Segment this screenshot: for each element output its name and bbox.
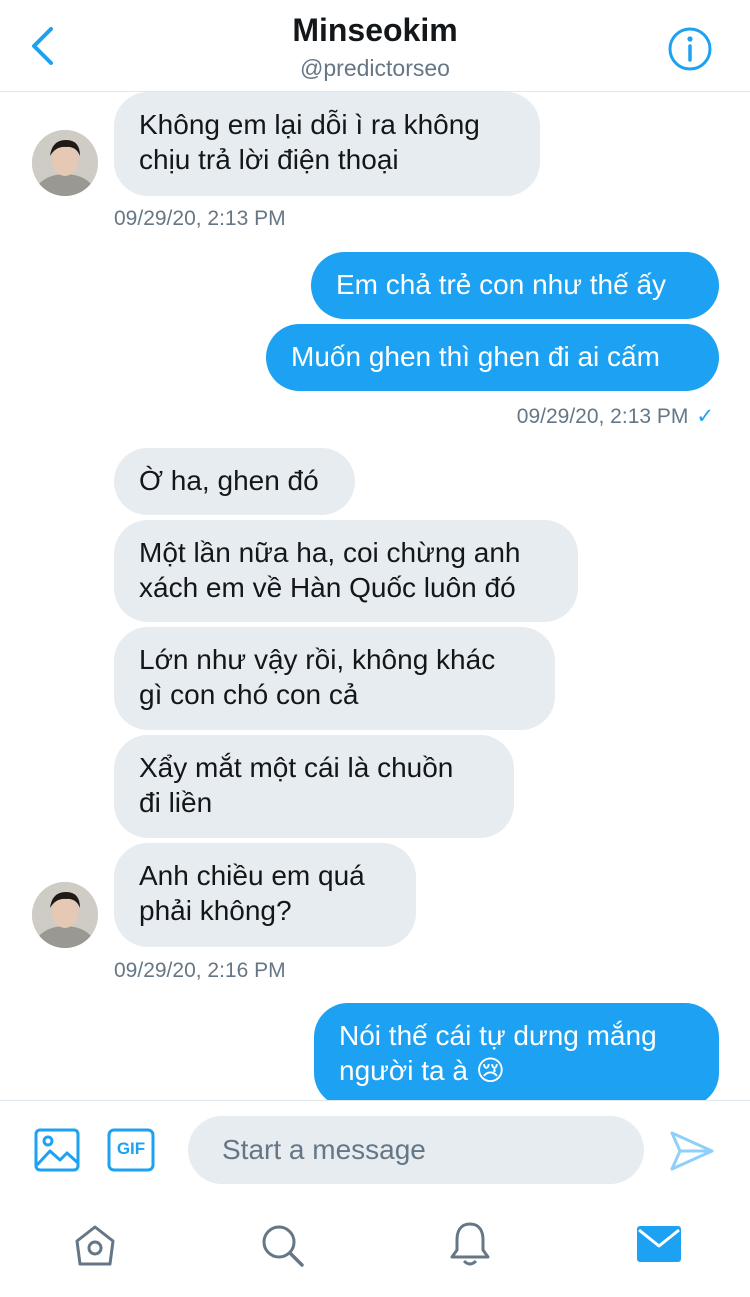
add-gif-button[interactable]: GIF [107,1127,155,1173]
message-composer: GIF [0,1100,750,1198]
mail-icon [637,1226,681,1262]
send-button[interactable] [668,1127,716,1175]
conversation-handle[interactable]: @predictorseo [0,55,750,82]
message-bubble[interactable]: Một lần nữa ha, coi chừng anh xách em về… [114,520,578,622]
message-text: Em chả trẻ con như thế ấy [336,269,667,300]
message-text: Không em lại dỗi ì ra không chịu trả lời… [139,109,480,175]
message-bubble[interactable]: Anh chiều em quá phải không? [114,843,416,947]
message-timestamp: 09/29/20, 2:16 PM [114,959,286,982]
message-bubble[interactable]: Nói thế cái tự dưng mắng người ta à 😢 [314,1003,719,1100]
message-input[interactable] [188,1116,644,1184]
tab-search[interactable] [259,1222,305,1268]
tab-notifications[interactable] [447,1220,493,1268]
avatar[interactable] [32,130,98,196]
bottom-tab-bar [0,1198,750,1297]
add-image-button[interactable] [34,1127,80,1173]
message-bubble[interactable]: Em chả trẻ con như thế ấy [311,252,719,319]
sent-check-icon: ✓ [696,405,714,428]
image-icon [34,1128,80,1172]
message-text: Một lần nữa ha, coi chừng anh xách em về… [139,537,521,603]
message-bubble[interactable]: Ờ ha, ghen đó [114,448,355,515]
gif-label: GIF [116,1139,146,1158]
info-button[interactable] [667,26,713,72]
tab-home[interactable] [72,1222,118,1268]
avatar[interactable] [32,882,98,948]
message-text: Nói thế cái tự dưng mắng người ta à 😢 [339,1020,657,1086]
message-text: Anh chiều em quá phải không? [139,860,365,926]
avatar-image [32,882,98,948]
bell-icon [450,1222,490,1266]
avatar-image [32,130,98,196]
home-icon [75,1225,115,1266]
message-bubble[interactable]: Không em lại dỗi ì ra không chịu trả lời… [114,92,540,196]
message-bubble[interactable]: Muốn ghen thì ghen đi ai cấm [266,324,719,391]
message-text: Lớn như vậy rồi, không khác gì con chó c… [139,644,496,710]
message-bubble[interactable]: Xẩy mắt một cái là chuồn đi liền [114,735,514,838]
message-text: Muốn ghen thì ghen đi ai cấm [291,341,660,372]
message-text: Xẩy mắt một cái là chuồn đi liền [139,752,454,818]
conversation-header: Minseokim @predictorseo [0,0,750,92]
message-timestamp: 09/29/20, 2:13 PM ✓ [517,404,714,429]
tab-messages[interactable] [636,1224,682,1264]
search-icon [262,1225,304,1267]
message-bubble[interactable]: Lớn như vậy rồi, không khác gì con chó c… [114,627,555,730]
message-text: Ờ ha, ghen đó [139,465,319,496]
message-thread[interactable]: Không em lại dỗi ì ra không chịu trả lời… [0,92,750,1100]
message-timestamp: 09/29/20, 2:13 PM [114,207,286,230]
send-icon [670,1131,714,1171]
info-icon [668,27,712,71]
timestamp-text: 09/29/20, 2:13 PM [516,405,689,428]
conversation-title[interactable]: Minseokim [0,12,750,49]
